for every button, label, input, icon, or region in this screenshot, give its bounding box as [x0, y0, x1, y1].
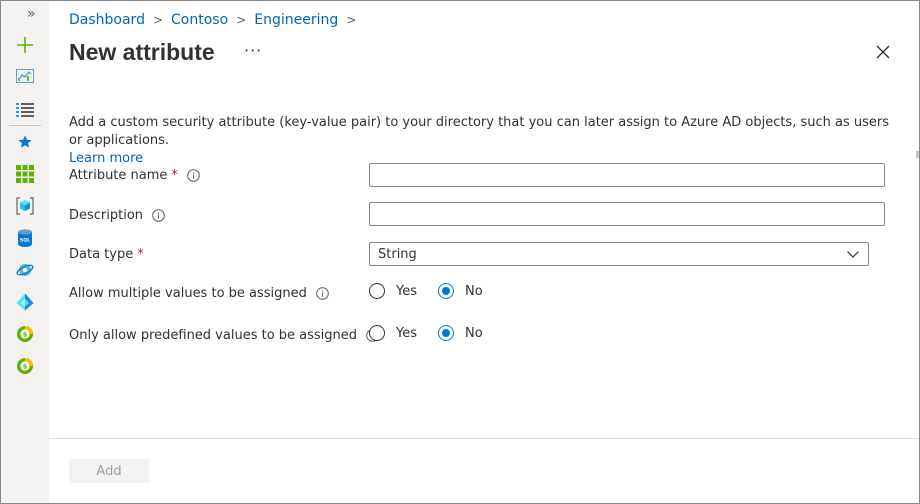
- footer-divider: [49, 438, 919, 439]
- data-type-selected-value: String: [378, 246, 417, 262]
- expand-rail-icon[interactable]: »: [27, 6, 35, 22]
- description-input[interactable]: [369, 202, 885, 226]
- radio-label: No: [465, 325, 483, 341]
- radio-circle[interactable]: [369, 325, 385, 341]
- info-icon[interactable]: [187, 168, 200, 182]
- chevron-down-icon: [847, 251, 859, 258]
- description-text: Add a custom security attribute (key-val…: [69, 114, 899, 168]
- scrollbar-indicator: [916, 151, 919, 158]
- breadcrumb-dashboard[interactable]: Dashboard: [69, 12, 145, 28]
- breadcrumb-separator: >: [236, 13, 247, 27]
- radio-label: No: [465, 283, 483, 299]
- cosmos-db-icon[interactable]: [14, 259, 36, 281]
- description-body: Add a custom security attribute (key-val…: [69, 115, 890, 148]
- description-row: Description: [69, 203, 165, 227]
- svg-text:SQL: SQL: [20, 238, 30, 244]
- attribute-name-row: Attribute name *: [69, 163, 200, 187]
- dashboard-icon[interactable]: [14, 66, 36, 88]
- allow-multiple-yes-radio[interactable]: Yes: [369, 283, 417, 299]
- add-button[interactable]: Add: [69, 459, 149, 483]
- attribute-name-input[interactable]: [369, 163, 885, 187]
- all-resources-icon[interactable]: [14, 163, 36, 185]
- allow-multiple-no-radio[interactable]: No: [438, 283, 483, 299]
- data-type-dropdown[interactable]: String: [369, 242, 869, 266]
- info-icon[interactable]: [152, 208, 165, 222]
- data-type-label: Data type: [69, 246, 134, 262]
- plus-icon[interactable]: [14, 34, 36, 56]
- radio-label: Yes: [396, 325, 417, 341]
- only-predefined-no-radio[interactable]: No: [438, 325, 483, 341]
- breadcrumb-engineering[interactable]: Engineering: [254, 12, 338, 28]
- only-predefined-radio-group: Yes No: [369, 323, 504, 343]
- only-predefined-yes-radio[interactable]: Yes: [369, 325, 417, 341]
- required-marker: *: [171, 167, 178, 183]
- resource-groups-icon[interactable]: [14, 195, 36, 217]
- svg-text:$: $: [23, 363, 28, 371]
- close-icon[interactable]: [872, 41, 894, 63]
- breadcrumb-contoso[interactable]: Contoso: [171, 12, 228, 28]
- only-predefined-label: Only allow predefined values to be assig…: [69, 327, 358, 343]
- favorites-star-icon[interactable]: [14, 131, 36, 153]
- breadcrumb-separator: >: [152, 13, 164, 27]
- only-predefined-row: Only allow predefined values to be assig…: [69, 323, 379, 347]
- rail-divider: [9, 125, 41, 126]
- cost-management-icon[interactable]: $: [14, 323, 36, 345]
- sql-database-icon[interactable]: SQL: [14, 227, 36, 249]
- breadcrumb-separator: >: [346, 13, 357, 27]
- radio-circle-selected[interactable]: [438, 325, 454, 341]
- allow-multiple-row: Allow multiple values to be assigned: [69, 281, 329, 305]
- left-rail: » SQL $ $: [1, 1, 48, 503]
- new-attribute-panel: Dashboard > Contoso > Engineering > New …: [49, 1, 919, 503]
- all-services-icon[interactable]: [14, 99, 36, 121]
- allow-multiple-label: Allow multiple values to be assigned: [69, 285, 307, 301]
- description-label: Description: [69, 207, 144, 223]
- svg-text:$: $: [23, 331, 28, 339]
- radio-label: Yes: [396, 283, 417, 299]
- data-type-row: Data type *: [69, 242, 144, 266]
- attribute-name-label: Attribute name: [69, 167, 168, 183]
- azure-ad-icon[interactable]: [14, 291, 36, 313]
- more-options-icon[interactable]: ···: [244, 41, 262, 60]
- required-marker: *: [137, 246, 144, 262]
- radio-circle-selected[interactable]: [438, 283, 454, 299]
- radio-circle[interactable]: [369, 283, 385, 299]
- allow-multiple-radio-group: Yes No: [369, 281, 504, 301]
- advisor-icon[interactable]: $: [14, 355, 36, 377]
- breadcrumb: Dashboard > Contoso > Engineering >: [69, 12, 364, 28]
- info-icon[interactable]: [316, 286, 329, 300]
- page-title: New attribute: [69, 39, 215, 65]
